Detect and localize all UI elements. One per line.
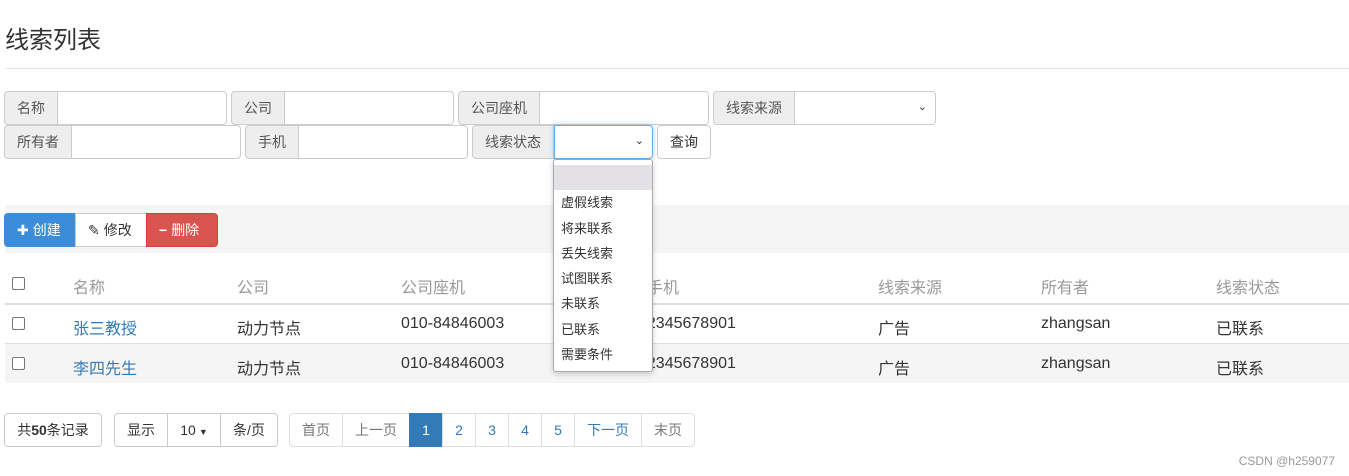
column-header-phone: 公司座机 bbox=[401, 280, 466, 297]
caret-down-icon: ▼ bbox=[198, 427, 208, 437]
owner-cell: zhangsan bbox=[1041, 355, 1111, 372]
company-filter-label: 公司 bbox=[231, 91, 285, 125]
lead-name-link[interactable]: 李四先生 bbox=[73, 355, 137, 379]
column-header-state: 线索状态 bbox=[1216, 280, 1281, 297]
chevron-down-icon: ⌄ bbox=[917, 101, 927, 113]
column-header-company: 公司 bbox=[237, 280, 270, 297]
dropdown-option[interactable]: 已联系 bbox=[554, 317, 652, 342]
minus-icon: − bbox=[159, 222, 168, 238]
show-label: 显示 bbox=[114, 413, 168, 447]
mobile-filter: 手机 bbox=[245, 125, 468, 159]
state-dropdown-list: 虚假线索 将来联系 丢失线索 试图联系 未联系 已联系 需要条件 bbox=[553, 159, 653, 372]
state-cell: 已联系 bbox=[1216, 321, 1265, 338]
source-cell: 广告 bbox=[878, 361, 911, 378]
create-button-label: 创建 bbox=[32, 222, 61, 238]
company-cell: 动力节点 bbox=[237, 361, 302, 378]
watermark: CSDN @h259077 bbox=[1238, 454, 1335, 468]
last-page-link[interactable]: 末页 bbox=[641, 413, 695, 447]
name-filter-label: 名称 bbox=[4, 91, 58, 125]
page-link-1[interactable]: 1 bbox=[409, 413, 443, 447]
next-page-link[interactable]: 下一页 bbox=[574, 413, 642, 447]
page-link-2[interactable]: 2 bbox=[442, 413, 476, 447]
title-divider bbox=[5, 68, 1349, 69]
total-suffix: 条记录 bbox=[46, 422, 89, 438]
total-prefix: 共 bbox=[17, 422, 32, 438]
edit-button[interactable]: ✎ 修改 bbox=[75, 213, 147, 247]
table-header-border bbox=[5, 303, 1349, 305]
column-header-name: 名称 bbox=[73, 280, 106, 297]
dropdown-option[interactable]: 试图联系 bbox=[554, 266, 652, 291]
chevron-down-icon: ⌄ bbox=[634, 135, 644, 147]
pencil-icon: ✎ bbox=[88, 222, 100, 238]
delete-button-label: 删除 bbox=[171, 222, 200, 238]
phone-cell: 010-84846003 bbox=[401, 315, 505, 332]
source-filter: 线索来源 ⌄ bbox=[713, 91, 936, 125]
company-filter: 公司 bbox=[231, 91, 454, 125]
state-filter: 线索状态 ⌄ bbox=[472, 125, 653, 159]
lead-name-link[interactable]: 张三教授 bbox=[73, 315, 137, 339]
owner-cell: zhangsan bbox=[1041, 315, 1111, 332]
name-filter-input[interactable] bbox=[58, 91, 227, 125]
create-button[interactable]: ✚ 创建 bbox=[4, 213, 76, 247]
first-page-link[interactable]: 首页 bbox=[289, 413, 343, 447]
page-link-3[interactable]: 3 bbox=[475, 413, 509, 447]
page-size-value: 10 bbox=[180, 422, 196, 438]
source-filter-select[interactable]: ⌄ bbox=[795, 91, 936, 125]
dropdown-option[interactable]: 将来联系 bbox=[554, 216, 652, 241]
total-records: 共50条记录 bbox=[4, 413, 102, 447]
edit-button-label: 修改 bbox=[103, 222, 132, 238]
owner-filter-input[interactable] bbox=[72, 125, 241, 159]
row-checkbox[interactable] bbox=[12, 317, 25, 330]
dropdown-option[interactable]: 丢失线索 bbox=[554, 241, 652, 266]
owner-filter: 所有者 bbox=[4, 125, 241, 159]
source-filter-label: 线索来源 bbox=[713, 91, 795, 125]
mobile-filter-input[interactable] bbox=[299, 125, 468, 159]
per-page-label: 条/页 bbox=[220, 413, 278, 447]
source-cell: 广告 bbox=[878, 321, 911, 338]
mobile-filter-label: 手机 bbox=[245, 125, 299, 159]
prev-page-link[interactable]: 上一页 bbox=[342, 413, 410, 447]
total-count: 50 bbox=[31, 422, 47, 438]
row-checkbox[interactable] bbox=[12, 357, 25, 370]
dropdown-option[interactable]: 需要条件 bbox=[554, 342, 652, 367]
page-size-dropdown[interactable]: 10 ▼ bbox=[167, 413, 221, 447]
dropdown-option[interactable]: 虚假线索 bbox=[554, 190, 652, 215]
phone-filter-input[interactable] bbox=[540, 91, 709, 125]
phone-filter-label: 公司座机 bbox=[458, 91, 540, 125]
owner-filter-label: 所有者 bbox=[4, 125, 72, 159]
phone-cell: 010-84846003 bbox=[401, 355, 505, 372]
column-header-owner: 所有者 bbox=[1041, 280, 1090, 297]
company-cell: 动力节点 bbox=[237, 321, 302, 338]
state-filter-select[interactable]: ⌄ bbox=[554, 125, 653, 159]
name-filter: 名称 bbox=[4, 91, 227, 125]
page-link-5[interactable]: 5 bbox=[541, 413, 575, 447]
delete-button[interactable]: − 删除 bbox=[146, 213, 218, 247]
dropdown-option-blank[interactable] bbox=[554, 165, 652, 191]
dropdown-option[interactable]: 未联系 bbox=[554, 291, 652, 316]
company-filter-input[interactable] bbox=[285, 91, 454, 125]
state-cell: 已联系 bbox=[1216, 361, 1265, 378]
query-button[interactable]: 查询 bbox=[657, 125, 711, 159]
page-link-4[interactable]: 4 bbox=[508, 413, 542, 447]
state-filter-label: 线索状态 bbox=[472, 125, 554, 159]
page-title: 线索列表 bbox=[5, 27, 101, 54]
plus-icon: ✚ bbox=[17, 222, 29, 238]
column-header-source: 线索来源 bbox=[878, 280, 943, 297]
phone-filter: 公司座机 bbox=[458, 91, 709, 125]
select-all-checkbox[interactable] bbox=[12, 277, 25, 290]
